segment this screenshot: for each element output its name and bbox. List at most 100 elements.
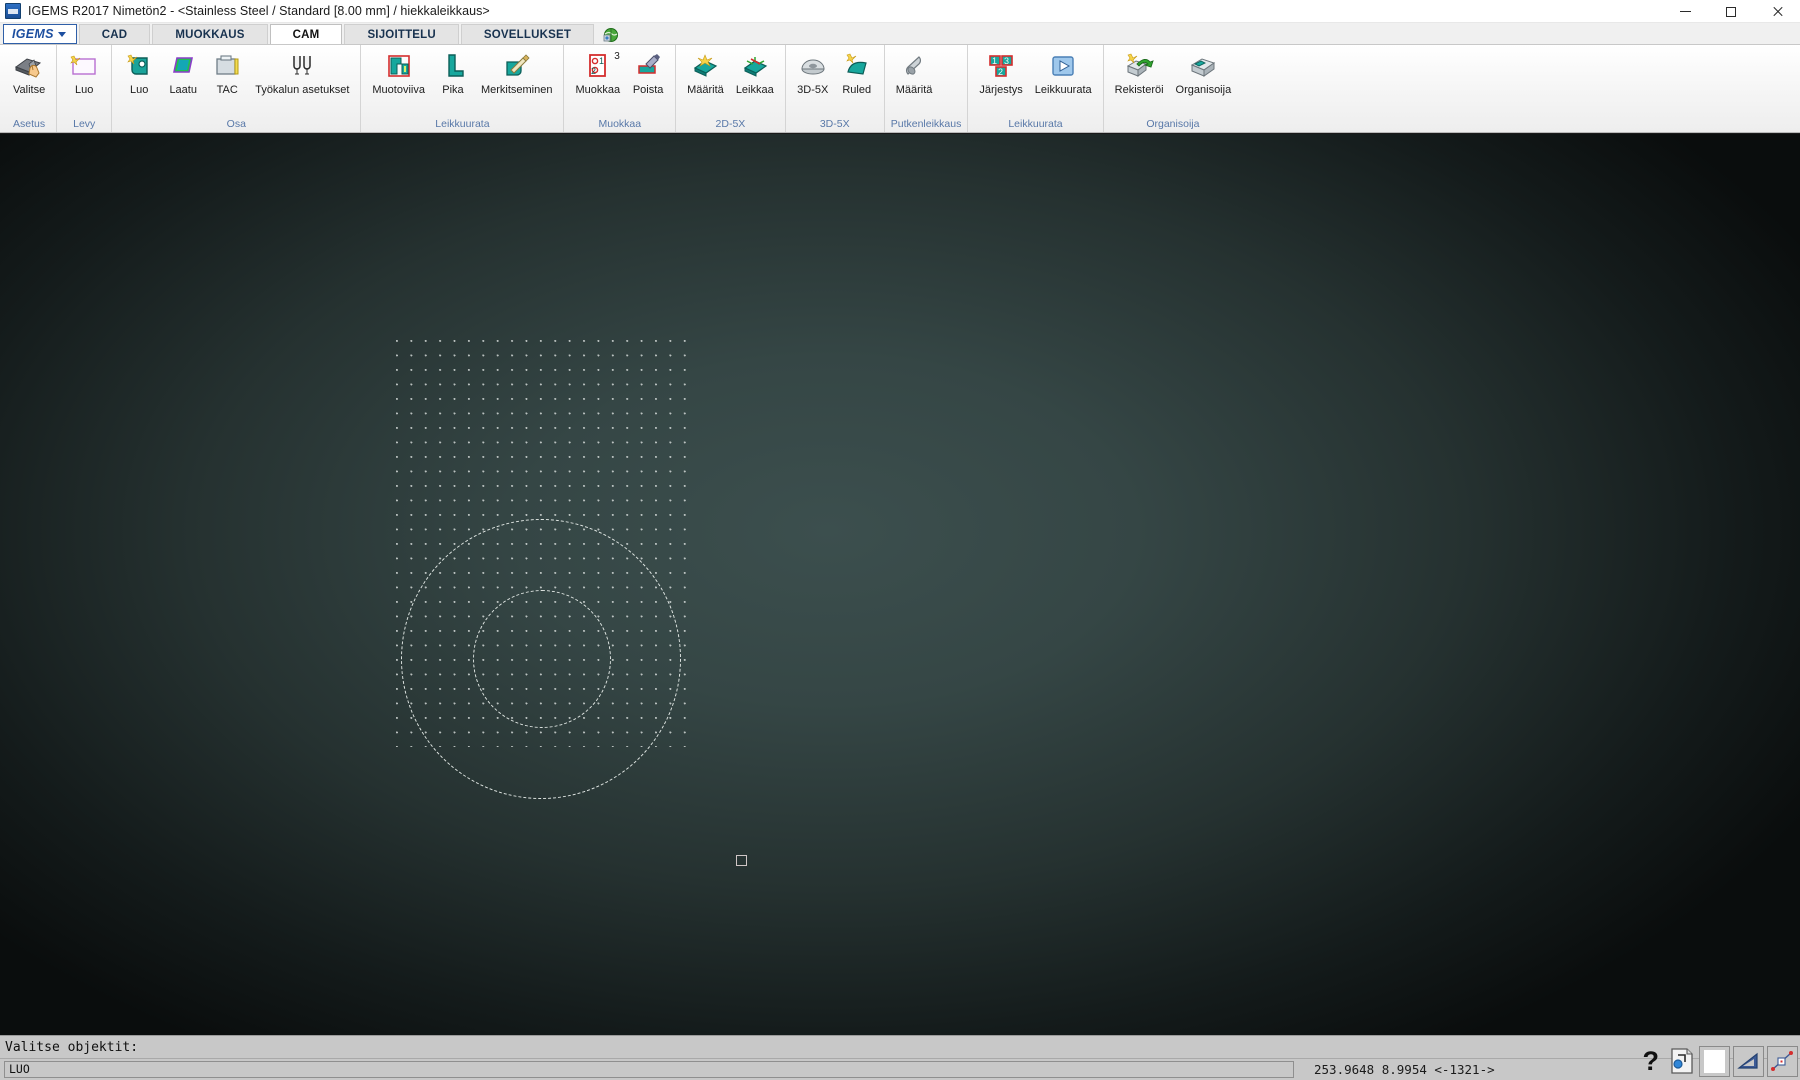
ribbon-button-label: Muotoviiva — [372, 84, 425, 96]
ribbon-button-label: Ruled — [842, 84, 872, 96]
igems-brand-label: IGEMS — [12, 27, 54, 41]
ribbon-group-putkenleikkaus: Määritä Putkenleikkaus — [885, 45, 969, 132]
ribbon-button-label: Leikkuurata — [1034, 84, 1092, 96]
cad-viewport[interactable] — [0, 134, 1800, 1035]
close-button[interactable] — [1754, 0, 1800, 23]
maximize-button[interactable] — [1708, 0, 1754, 23]
ribbon-button-label: Muokkaa — [575, 84, 621, 96]
inner-circle-geometry[interactable] — [473, 590, 611, 728]
svg-text:3: 3 — [1004, 56, 1009, 66]
cut-2d5x-icon — [739, 50, 771, 82]
minimize-button[interactable] — [1662, 0, 1708, 23]
ribbon-group-asetus: Valitse Asetus — [2, 45, 58, 132]
svg-text:2: 2 — [998, 67, 1003, 77]
svg-text:1: 1 — [992, 56, 997, 66]
ribbon-button-merkitseminen[interactable]: Merkitseminen — [476, 48, 558, 96]
ribbon-button-luo-levy[interactable]: Luo — [63, 48, 105, 96]
dome-3d5x-icon — [797, 50, 829, 82]
ribbon-group-label: Levy — [73, 118, 96, 130]
ribbon-button-label: Laatu — [169, 84, 197, 96]
ribbon-group-leikkuurata-sequence: 1 3 2 Järjestys Leikkuurata Leikkuurata — [968, 45, 1104, 132]
new-plate-icon — [68, 50, 100, 82]
ribbon-button-tac[interactable]: TAC — [206, 48, 248, 96]
ribbon-button-muokkaa[interactable]: 1 2 3 Muokkaa — [570, 48, 625, 96]
question-help-icon[interactable]: ? — [1637, 1047, 1666, 1075]
ribbon-button-organisoija[interactable]: Organisoija — [1171, 48, 1237, 96]
ribbon-tab-strip: IGEMS CAD MUOKKAUS CAM SIJOITTELU SOVELL… — [0, 23, 1800, 45]
minimize-icon — [1679, 11, 1691, 12]
edit-count-badge: 3 — [614, 51, 620, 62]
ribbon-button-luo-osa[interactable]: Luo — [118, 48, 160, 96]
line-node-icon — [1771, 1051, 1793, 1071]
ribbon-button-label: Pika — [442, 84, 464, 96]
new-part-icon — [123, 50, 155, 82]
ribbon-group-label: Asetus — [13, 118, 46, 130]
ribbon-group-2d5x: Määritä Leikkaa 2D-5X — [676, 45, 786, 132]
snap-object-icon[interactable] — [1668, 1047, 1696, 1075]
select-hand-icon — [13, 50, 45, 82]
window-title: IGEMS R2017 Nimetön2 - <Stainless Steel … — [28, 4, 490, 18]
ribbon-button-tyokalun-asetukset[interactable]: Työkalun asetukset — [250, 48, 354, 96]
organizer-box-icon — [1187, 50, 1219, 82]
ribbon-button-label: Määritä — [895, 84, 933, 96]
ribbon-button-label: Luo — [75, 84, 94, 96]
title-bar: IGEMS R2017 Nimetön2 - <Stainless Steel … — [0, 0, 1800, 23]
status-bar: LUO 253.9648 8.9954 <-1321-> ? — [0, 1045, 1800, 1080]
ribbon-button-valitse[interactable]: Valitse — [8, 48, 50, 96]
ribbon-group-levy: Luo Levy — [57, 45, 113, 132]
node-snap-toggle[interactable] — [1767, 1045, 1798, 1077]
tube-cut-icon — [898, 50, 930, 82]
ruled-surface-icon — [841, 50, 873, 82]
tab-sijoittelu[interactable]: SIJOITTELU — [344, 24, 459, 44]
contour-line-icon — [383, 50, 415, 82]
coordinate-readout: 253.9648 8.9954 <-1321-> — [1314, 1062, 1495, 1077]
globe-icon[interactable] — [600, 26, 622, 44]
ribbon-group-3d5x: 3D-5X Ruled 3D-5X — [786, 45, 885, 132]
ribbon-button-label: Järjestys — [979, 84, 1023, 96]
globe-icon-svg — [603, 28, 618, 42]
command-input[interactable]: LUO — [4, 1061, 1294, 1078]
status-area: Valitse objektit: LUO 253.9648 8.9954 <-… — [0, 1035, 1800, 1080]
svg-text:1: 1 — [599, 56, 604, 66]
ribbon-button-label: Luo — [130, 84, 149, 96]
delete-icon — [632, 50, 664, 82]
ribbon-button-label: Merkitseminen — [480, 84, 553, 96]
tab-muokkaus[interactable]: MUOKKAUS — [152, 24, 268, 44]
ribbon-button-label: TAC — [216, 84, 238, 96]
ribbon-button-pika[interactable]: Pika — [432, 48, 474, 96]
quality-icon — [167, 50, 199, 82]
ribbon-button-ruled[interactable]: Ruled — [836, 48, 878, 96]
ribbon-button-rekisteroi[interactable]: Rekisteröi — [1110, 48, 1169, 96]
play-simulate-icon — [1047, 50, 1079, 82]
ribbon-group-leikkuurata-paths: Muotoviiva Pika Merkitseminen Leikkuurat… — [361, 45, 565, 132]
ribbon-button-maarita-2d5x[interactable]: Määritä — [682, 48, 729, 96]
chevron-down-icon — [57, 31, 66, 37]
triangle-ruler-icon — [1737, 1052, 1758, 1069]
ribbon-button-muotoviiva[interactable]: Muotoviiva — [367, 48, 430, 96]
ribbon-group-label: Leikkuurata — [435, 118, 490, 130]
tac-icon — [211, 50, 243, 82]
color-swatch[interactable] — [1699, 1045, 1730, 1077]
ribbon-group-label: Putkenleikkaus — [890, 118, 962, 130]
tab-sovellukset[interactable]: SOVELLUKSET — [460, 24, 595, 44]
sequence-order-icon: 1 3 2 — [985, 50, 1017, 82]
ribbon-button-3d5x[interactable]: 3D-5X — [792, 48, 834, 96]
ribbon-button-label: Leikkaa — [735, 84, 774, 96]
ribbon-group-label: Muokkaa — [598, 118, 642, 130]
ribbon-group-label: 3D-5X — [819, 118, 850, 130]
ribbon-toolbar: Valitse Asetus Luo Levy Luo Laatu TAC Ty… — [0, 45, 1800, 133]
ribbon-button-maarita-putki[interactable]: Määritä — [891, 48, 938, 96]
ribbon-button-laatu[interactable]: Laatu — [162, 48, 204, 96]
ribbon-button-leikkuurata-simulate[interactable]: Leikkuurata — [1030, 48, 1097, 96]
ortho-toggle[interactable] — [1733, 1045, 1764, 1077]
ribbon-button-label: Määritä — [687, 84, 724, 96]
ribbon-button-jarjestys[interactable]: 1 3 2 Järjestys — [974, 48, 1027, 96]
tab-cam[interactable]: CAM — [269, 24, 343, 44]
ribbon-button-poista[interactable]: Poista — [627, 48, 669, 96]
igems-menu-button[interactable]: IGEMS — [3, 24, 77, 44]
ribbon-group-organisoija: Rekisteröi Organisoija Organisoija — [1104, 45, 1243, 132]
ribbon-button-leikkaa-2d5x[interactable]: Leikkaa — [731, 48, 779, 96]
tab-cad[interactable]: CAD — [78, 24, 151, 44]
square-pick-cursor — [736, 855, 747, 866]
ribbon-group-muokkaa: 1 2 3 Muokkaa Poista Muokkaa — [564, 45, 677, 132]
